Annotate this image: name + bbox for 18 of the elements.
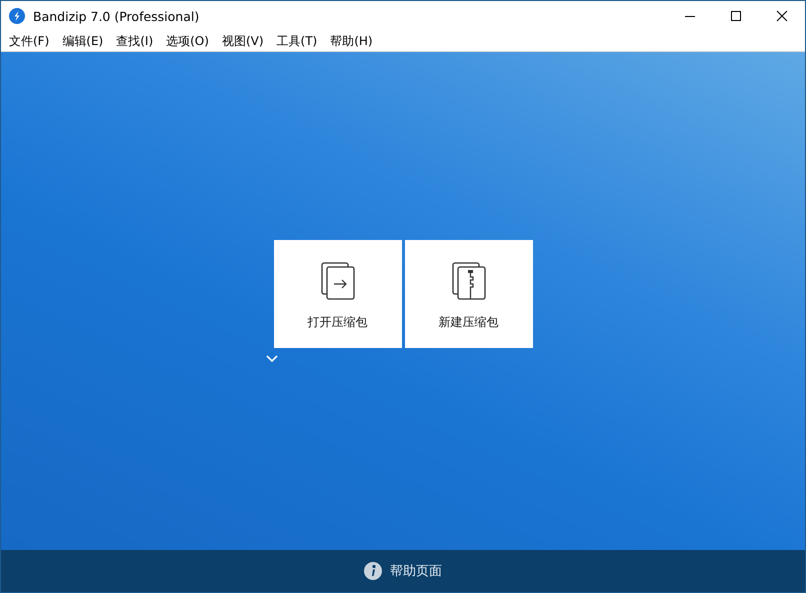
help-page-link[interactable]: 帮助页面 bbox=[390, 562, 442, 580]
menu-item[interactable]: 帮助(H) bbox=[323, 32, 379, 50]
maximize-icon[interactable] bbox=[730, 10, 742, 22]
window-title: Bandizip 7.0 (Professional) bbox=[33, 8, 200, 24]
app-logo-icon bbox=[9, 8, 25, 24]
menu-item[interactable]: 编辑(E) bbox=[55, 32, 110, 50]
tile-button[interactable]: 新建压缩包 bbox=[404, 240, 532, 348]
menu-item[interactable]: 文件(F) bbox=[2, 32, 56, 50]
info-icon bbox=[364, 562, 382, 580]
open-file-icon bbox=[320, 262, 354, 300]
close-icon[interactable] bbox=[776, 10, 788, 22]
zip-file-icon bbox=[452, 262, 486, 300]
menu-item[interactable]: 选项(O) bbox=[159, 32, 215, 50]
menu-item[interactable]: 工具(T) bbox=[270, 32, 324, 50]
menu-item[interactable]: 视图(V) bbox=[214, 32, 270, 50]
tile-button[interactable]: 打开压缩包 bbox=[274, 240, 402, 348]
chevron-down-icon[interactable] bbox=[266, 354, 278, 362]
menu-item[interactable]: 查找(I) bbox=[109, 32, 160, 50]
